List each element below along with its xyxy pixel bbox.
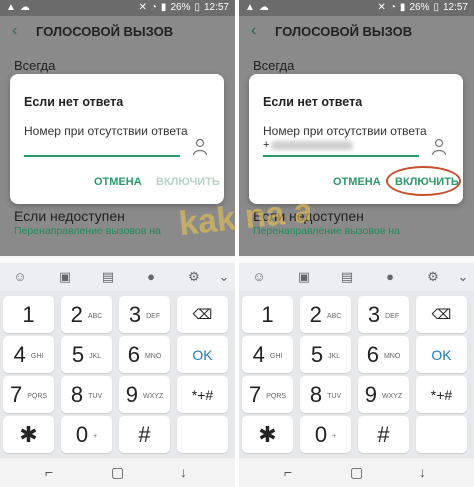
signal-icon: ▮ [399, 2, 406, 13]
app-bar: ‹ ГОЛОСОВОЙ ВЫЗОВ [0, 16, 235, 48]
contact-icon[interactable] [431, 138, 447, 156]
input-underline [263, 155, 419, 157]
key-8[interactable]: 8 TUV [300, 376, 351, 413]
contact-icon[interactable] [192, 138, 208, 156]
status-bar: ▲ ☁ ✕ ◔ ▮ 26% ▯ 12:57 [239, 0, 474, 16]
backspace-key[interactable]: ⌫ [177, 296, 228, 333]
emoji-icon[interactable]: ☺ [12, 269, 28, 285]
symbols-key[interactable]: *+# [416, 376, 467, 413]
number-field-label: Номер при отсутствии ответа [263, 124, 427, 138]
key-1[interactable]: 1 [242, 296, 293, 333]
setting-always[interactable]: Всегда [253, 58, 294, 73]
space-key[interactable] [416, 416, 467, 453]
battery-icon: ▯ [194, 2, 200, 13]
key-5[interactable]: 5 JKL [61, 336, 112, 373]
status-right: ✕ ◔ ▮ 26% ▯ 12:57 [138, 2, 229, 13]
battery-text: 26% [170, 2, 191, 13]
key-6[interactable]: 6 MNO [358, 336, 409, 373]
key-5[interactable]: 5 JKL [300, 336, 351, 373]
sticker-icon[interactable]: ▣ [57, 269, 73, 285]
key-1[interactable]: 1 [3, 296, 54, 333]
cloud-icon: ☁ [19, 2, 30, 13]
key-2[interactable]: 2 ABC [300, 296, 351, 333]
wifi-icon: ◔ [150, 2, 157, 13]
watermark-logo: kak na android [177, 180, 310, 243]
key-2[interactable]: 2 ABC [61, 296, 112, 333]
back-arrow-icon[interactable]: ‹ [251, 22, 256, 40]
notification-icon: ▲ [6, 2, 16, 13]
page-title: ГОЛОСОВОЙ ВЫЗОВ [275, 24, 413, 39]
number-field-label: Номер при отсутствии ответа [24, 124, 188, 138]
number-input-text: + [263, 139, 270, 151]
number-input[interactable]: + [263, 139, 354, 151]
key-3[interactable]: 3 DEF [119, 296, 170, 333]
ok-key[interactable]: OK [177, 336, 228, 373]
battery-text: 26% [409, 2, 430, 13]
status-left-icons: ▲ ☁ [245, 2, 269, 13]
status-bar: ▲ ☁ ✕ ◔ ▮ 26% ▯ 12:57 [0, 0, 235, 16]
clock: 12:57 [203, 2, 229, 13]
status-right: ✕ ◔ ▮ 26% ▯ 12:57 [377, 2, 468, 13]
backspace-icon: ⌫ [192, 306, 213, 322]
space-key[interactable] [177, 416, 228, 453]
back-arrow-icon[interactable]: ‹ [12, 22, 17, 40]
wifi-icon: ◔ [389, 2, 396, 13]
cloud-icon: ☁ [258, 2, 269, 13]
key-0[interactable]: 0 + [300, 416, 351, 453]
screenshot-pair: ▲ ☁ ✕ ◔ ▮ 26% ▯ 12:57 ‹ ГОЛОСОВОЙ ВЫЗОВ … [0, 0, 474, 487]
navigation-bar: ⌐ ▢ ↓ [0, 458, 235, 487]
key-4[interactable]: 4 GHI [242, 336, 293, 373]
navigation-bar: ⌐ ▢ ↓ [239, 458, 474, 487]
key-7[interactable]: 7 PQRS [3, 376, 54, 413]
clock: 12:57 [442, 2, 468, 13]
highlight-ring [386, 166, 461, 196]
back-nav-icon[interactable]: ↓ [419, 464, 426, 480]
microphone-icon[interactable]: ● [382, 269, 398, 285]
setting-unreachable[interactable]: Если недоступен [14, 208, 125, 224]
cancel-button[interactable]: ОТМЕНА [94, 176, 142, 188]
hash-key[interactable]: # [119, 416, 170, 453]
recent-apps-icon[interactable]: ⌐ [284, 464, 292, 480]
battery-icon: ▯ [433, 2, 439, 13]
blurred-number [271, 140, 354, 150]
settings-gear-icon[interactable]: ⚙ [425, 269, 441, 285]
key-6[interactable]: 6 MNO [119, 336, 170, 373]
clipboard-icon[interactable]: ▤ [100, 269, 116, 285]
notification-icon: ▲ [245, 2, 255, 13]
watermark-text: kak na android [177, 180, 310, 243]
back-nav-icon[interactable]: ↓ [180, 464, 187, 480]
home-icon[interactable]: ▢ [350, 464, 363, 481]
key-9[interactable]: 9 WXYZ [119, 376, 170, 413]
dialog-title: Если нет ответа [263, 95, 363, 109]
status-left-icons: ▲ ☁ [6, 2, 30, 13]
signal-icon: ▮ [160, 2, 167, 13]
key-3[interactable]: 3 DEF [358, 296, 409, 333]
home-icon[interactable]: ▢ [111, 464, 124, 481]
asterisk-key[interactable]: ✱ [3, 416, 54, 453]
chevron-down-icon[interactable]: ⌄ [455, 269, 471, 285]
backspace-icon: ⌫ [431, 306, 452, 322]
recent-apps-icon[interactable]: ⌐ [45, 464, 53, 480]
key-7[interactable]: 7 PQRS [242, 376, 293, 413]
dialog-title: Если нет ответа [24, 95, 124, 109]
app-bar: ‹ ГОЛОСОВОЙ ВЫЗОВ [239, 16, 474, 48]
key-8[interactable]: 8 TUV [61, 376, 112, 413]
key-0[interactable]: 0 + [61, 416, 112, 453]
cancel-button[interactable]: ОТМЕНА [333, 176, 381, 188]
microphone-icon[interactable]: ● [143, 269, 159, 285]
key-9[interactable]: 9 WXYZ [358, 376, 409, 413]
hash-key[interactable]: # [358, 416, 409, 453]
ok-key[interactable]: OK [416, 336, 467, 373]
backspace-key[interactable]: ⌫ [416, 296, 467, 333]
input-underline [24, 155, 180, 157]
setting-always[interactable]: Всегда [14, 58, 55, 73]
page-title: ГОЛОСОВОЙ ВЫЗОВ [36, 24, 174, 39]
clipboard-icon[interactable]: ▤ [339, 269, 355, 285]
mute-icon: ✕ [138, 2, 147, 13]
symbols-key[interactable]: *+# [177, 376, 228, 413]
asterisk-key[interactable]: ✱ [242, 416, 293, 453]
mute-icon: ✕ [377, 2, 386, 13]
key-4[interactable]: 4 GHI [3, 336, 54, 373]
